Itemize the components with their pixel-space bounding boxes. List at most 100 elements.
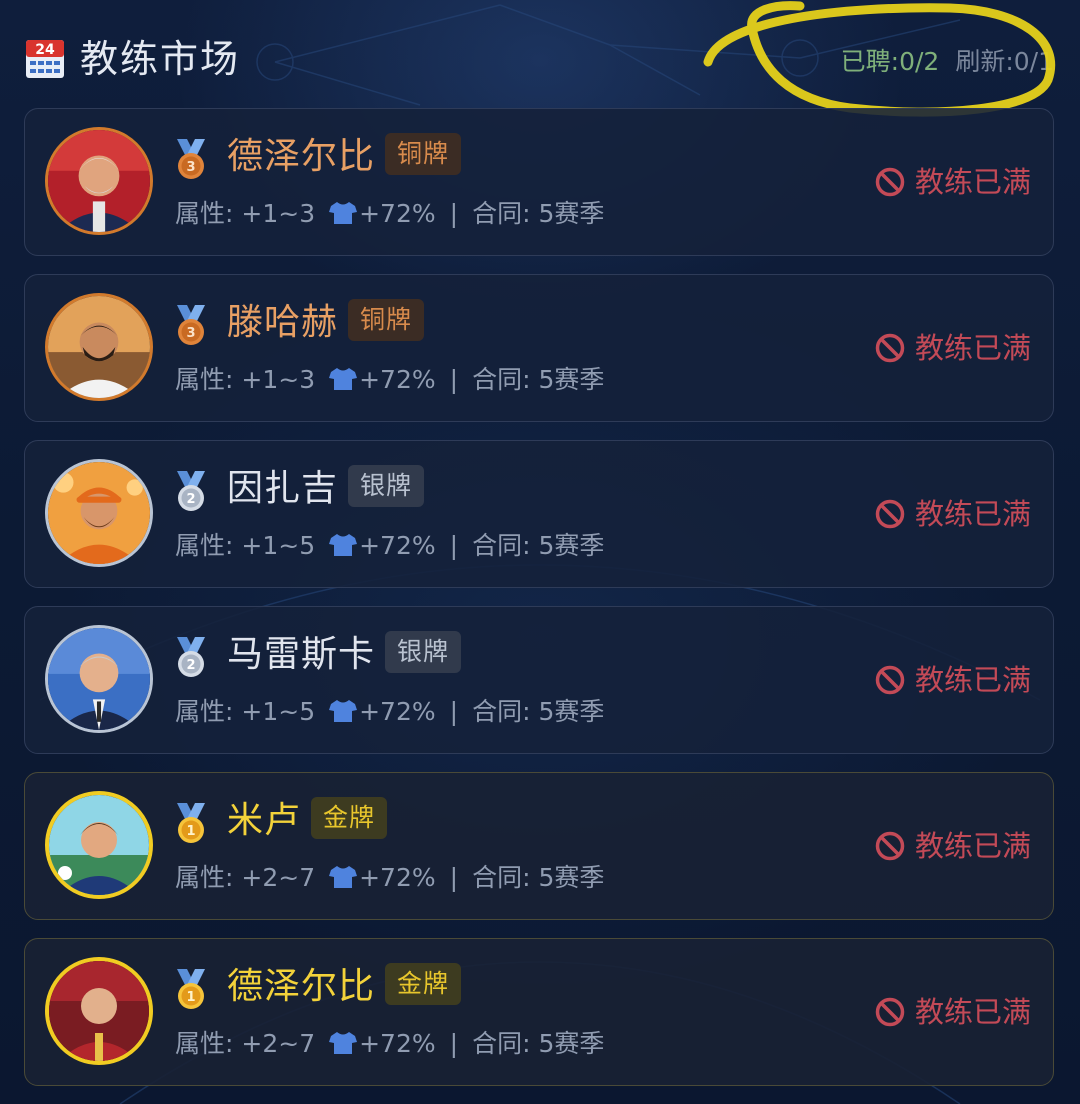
coach-full-status: 教练已满 (875, 330, 1031, 366)
attr-label: 属性: (175, 531, 234, 560)
coach-name: 因扎吉 (227, 468, 339, 509)
divider: | (449, 863, 459, 892)
medal-number: 2 (186, 492, 195, 507)
calendar-icon-number: 24 (35, 42, 55, 58)
attr-label: 属性: (175, 1029, 234, 1058)
contract-label: 合同: (472, 365, 531, 394)
coach-avatar-navy-suit-icon (48, 628, 150, 730)
attr-value: +1~3 (241, 365, 316, 394)
coach-name: 德泽尔比 (227, 966, 376, 1007)
ban-icon (875, 499, 905, 529)
coach-full-status: 教练已满 (875, 164, 1031, 200)
gold-medal-icon: 1 (177, 969, 205, 1009)
contract-value: 5赛季 (538, 531, 605, 560)
coach-full-status: 教练已满 (875, 994, 1031, 1030)
attr-value: +2~7 (241, 1029, 316, 1058)
attr-value: +1~5 (241, 531, 316, 560)
coach-avatar-red-suit-icon (48, 130, 150, 232)
refresh-count[interactable]: 刷新:0/1 (955, 47, 1054, 76)
coach-market-screen: 24 教练市场 已聘:0/2 刷新:0/1 3 德泽尔比 铜牌 属性: +1~3… (0, 0, 1080, 1104)
coach-full-status: 教练已满 (875, 662, 1031, 698)
calendar-icon: 24 (26, 40, 64, 78)
hired-count: 已聘:0/2 (840, 47, 940, 76)
status-text: 教练已满 (914, 165, 1031, 199)
jersey-icon (329, 534, 358, 556)
divider: | (449, 1029, 459, 1058)
coach-name: 马雷斯卡 (227, 634, 376, 675)
jersey-bonus: +72% (359, 531, 436, 560)
coach-stats: 属性: +1~5 +72% | 合同: 5赛季 (175, 695, 604, 729)
attr-label: 属性: (175, 697, 234, 726)
coach-stats: 属性: +1~5 +72% | 合同: 5赛季 (175, 529, 604, 563)
divider: | (449, 697, 459, 726)
contract-value: 5赛季 (538, 863, 605, 892)
contract-label: 合同: (472, 531, 531, 560)
contract-label: 合同: (472, 1029, 531, 1058)
coach-full-status: 教练已满 (875, 496, 1031, 532)
coach-name: 德泽尔比 (227, 136, 376, 177)
divider: | (449, 365, 459, 394)
contract-label: 合同: (472, 697, 531, 726)
contract-value: 5赛季 (538, 365, 605, 394)
coach-avatar-orange-kit-icon (48, 462, 150, 564)
ban-icon (875, 831, 905, 861)
coach-avatar (45, 625, 153, 733)
header-bar: 24 教练市场 已聘:0/2 刷新:0/1 (0, 0, 1080, 117)
jersey-bonus: +72% (359, 199, 436, 228)
attr-value: +2~7 (241, 863, 316, 892)
page-title: 教练市场 (80, 37, 241, 81)
medal-number: 2 (186, 658, 195, 673)
jersey-icon (329, 1032, 358, 1054)
tier-badge: 铜牌 (385, 133, 462, 175)
jersey-bonus: +72% (359, 863, 436, 892)
medal-number: 1 (186, 990, 195, 1005)
attr-label: 属性: (175, 199, 234, 228)
tier-badge: 金牌 (311, 797, 388, 839)
silver-medal-icon: 2 (177, 471, 205, 511)
contract-value: 5赛季 (538, 1029, 605, 1058)
jersey-icon (329, 700, 358, 722)
contract-value: 5赛季 (538, 199, 605, 228)
contract-label: 合同: (472, 199, 531, 228)
coach-avatar-blue-track-icon (49, 795, 149, 895)
attr-label: 属性: (175, 365, 234, 394)
jersey-icon (329, 368, 358, 390)
jersey-bonus: +72% (359, 365, 436, 394)
contract-label: 合同: (472, 863, 531, 892)
attr-value: +1~3 (241, 199, 316, 228)
divider: | (449, 531, 459, 560)
tier-badge: 银牌 (385, 631, 462, 673)
ban-icon (875, 167, 905, 197)
coach-avatar (45, 127, 153, 235)
jersey-icon (329, 202, 358, 224)
coach-card[interactable]: 3 滕哈赫 铜牌 属性: +1~3 +72% | 合同: 5赛季 教练已满 (24, 274, 1054, 422)
tier-badge: 铜牌 (348, 299, 425, 341)
coach-name: 米卢 (227, 800, 302, 841)
status-text: 教练已满 (914, 829, 1031, 863)
coach-name: 滕哈赫 (227, 302, 339, 343)
coach-card[interactable]: 1 德泽尔比 金牌 属性: +2~7 +72% | 合同: 5赛季 教练已满 (24, 938, 1054, 1086)
coach-avatar (45, 293, 153, 401)
silver-medal-icon: 2 (177, 637, 205, 677)
jersey-bonus: +72% (359, 697, 436, 726)
medal-number: 3 (186, 160, 195, 175)
coach-card[interactable]: 2 马雷斯卡 银牌 属性: +1~5 +72% | 合同: 5赛季 教练已满 (24, 606, 1054, 754)
coach-card[interactable]: 2 因扎吉 银牌 属性: +1~5 +72% | 合同: 5赛季 教练已满 (24, 440, 1054, 588)
coach-stats: 属性: +1~3 +72% | 合同: 5赛季 (175, 197, 604, 231)
coach-stats: 属性: +1~3 +72% | 合同: 5赛季 (175, 363, 604, 397)
status-text: 教练已满 (914, 331, 1031, 365)
status-text: 教练已满 (914, 497, 1031, 531)
medal-number: 3 (186, 326, 195, 341)
coach-card[interactable]: 1 米卢 金牌 属性: +2~7 +72% | 合同: 5赛季 教练已满 (24, 772, 1054, 920)
gold-medal-icon: 1 (177, 803, 205, 843)
coach-avatar (45, 791, 153, 899)
divider: | (449, 199, 459, 228)
ban-icon (875, 333, 905, 363)
bronze-medal-icon: 3 (177, 305, 205, 345)
coach-list: 3 德泽尔比 铜牌 属性: +1~3 +72% | 合同: 5赛季 教练已满 3… (24, 108, 1056, 1104)
tier-badge: 金牌 (385, 963, 462, 1005)
coach-avatar (45, 957, 153, 1065)
coach-stats: 属性: +2~7 +72% | 合同: 5赛季 (175, 1027, 604, 1061)
coach-full-status: 教练已满 (875, 828, 1031, 864)
coach-card[interactable]: 3 德泽尔比 铜牌 属性: +1~3 +72% | 合同: 5赛季 教练已满 (24, 108, 1054, 256)
